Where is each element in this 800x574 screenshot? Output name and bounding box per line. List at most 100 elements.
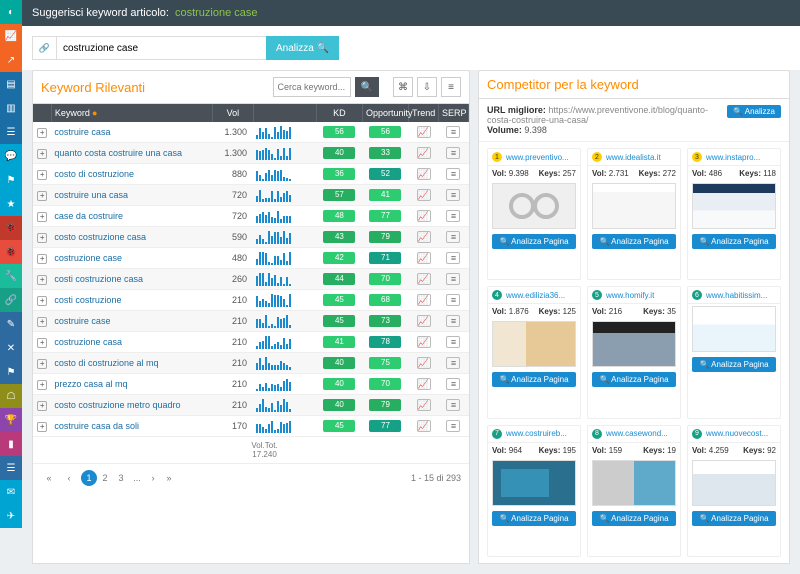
pager-page[interactable]: 2 (97, 470, 113, 486)
serp-icon[interactable]: ≡ (446, 357, 460, 369)
analyze-page-button[interactable]: 🔍 Analizza Pagina (592, 372, 676, 387)
expand-icon[interactable]: + (37, 212, 47, 222)
nav-item-8[interactable]: ★ (0, 192, 22, 216)
pager-page[interactable]: » (161, 470, 177, 486)
col-vol[interactable]: Vol (213, 104, 253, 122)
trend-icon[interactable]: 📈 (417, 231, 431, 243)
trend-icon[interactable]: 📈 (417, 357, 431, 369)
expand-icon[interactable]: + (37, 254, 47, 264)
keyword-cell[interactable]: costruire case (51, 311, 212, 332)
serp-cell[interactable]: ≡ (438, 206, 468, 227)
keyword-cell[interactable]: prezzo casa al mq (51, 374, 212, 395)
analyze-page-button[interactable]: 🔍 Analizza Pagina (692, 234, 776, 249)
serp-icon[interactable]: ≡ (446, 189, 460, 201)
serp-cell[interactable]: ≡ (438, 395, 468, 416)
card-domain[interactable]: 3www.instapro... (688, 149, 780, 166)
trend-icon[interactable]: 📈 (417, 210, 431, 222)
expand-icon[interactable]: + (37, 233, 47, 243)
keyword-cell[interactable]: case da costruire (51, 206, 212, 227)
serp-cell[interactable]: ≡ (438, 416, 468, 437)
keyword-filter-input[interactable] (273, 77, 351, 97)
serp-cell[interactable]: ≡ (438, 143, 468, 164)
trend-cell[interactable]: 📈 (409, 122, 439, 143)
analyze-page-button[interactable]: 🔍 Analizza Pagina (492, 234, 576, 249)
analyze-page-button[interactable]: 🔍 Analizza Pagina (692, 357, 776, 372)
keyword-cell[interactable]: costi costruzione (51, 290, 212, 311)
expand-icon[interactable]: + (37, 422, 47, 432)
trend-cell[interactable]: 📈 (409, 227, 439, 248)
keyword-cell[interactable]: costruire una casa (51, 185, 212, 206)
trend-cell[interactable]: 📈 (409, 374, 439, 395)
nav-item-2[interactable]: ↗ (0, 48, 22, 72)
serp-cell[interactable]: ≡ (438, 122, 468, 143)
trend-cell[interactable]: 📈 (409, 164, 439, 185)
serp-icon[interactable]: ≡ (446, 336, 460, 348)
serp-cell[interactable]: ≡ (438, 353, 468, 374)
card-domain[interactable]: 4www.edilizia36... (488, 287, 580, 304)
pager-prev[interactable]: ‹ (61, 470, 77, 486)
trend-cell[interactable]: 📈 (409, 395, 439, 416)
serp-cell[interactable]: ≡ (438, 185, 468, 206)
card-domain[interactable]: 9www.nuovecost... (688, 426, 780, 443)
trend-cell[interactable]: 📈 (409, 311, 439, 332)
nav-item-0[interactable]: ◐ (0, 0, 22, 24)
serp-icon[interactable]: ≡ (446, 252, 460, 264)
analyze-top-button[interactable]: 🔍 Analizza (727, 105, 781, 118)
trend-icon[interactable]: 📈 (417, 294, 431, 306)
serp-cell[interactable]: ≡ (438, 164, 468, 185)
nav-item-1[interactable]: 📈 (0, 24, 22, 48)
serp-icon[interactable]: ≡ (446, 210, 460, 222)
keyword-input[interactable] (56, 36, 266, 60)
pager-page[interactable]: 1 (81, 470, 97, 486)
trend-cell[interactable]: 📈 (409, 416, 439, 437)
pager-page[interactable]: 3 (113, 470, 129, 486)
trend-icon[interactable]: 📈 (417, 147, 431, 159)
serp-cell[interactable]: ≡ (438, 332, 468, 353)
serp-cell[interactable]: ≡ (438, 269, 468, 290)
nav-item-13[interactable]: ✎ (0, 312, 22, 336)
expand-icon[interactable]: + (37, 128, 47, 138)
serp-icon[interactable]: ≡ (446, 231, 460, 243)
card-thumbnail[interactable] (592, 460, 676, 506)
serp-cell[interactable]: ≡ (438, 290, 468, 311)
expand-icon[interactable]: + (37, 338, 47, 348)
card-thumbnail[interactable] (592, 183, 676, 229)
nav-item-3[interactable]: ▤ (0, 72, 22, 96)
trend-icon[interactable]: 📈 (417, 168, 431, 180)
card-domain[interactable]: 1www.preventivo... (488, 149, 580, 166)
keyword-cell[interactable]: costruire casa (51, 122, 212, 143)
analyze-page-button[interactable]: 🔍 Analizza Pagina (492, 511, 576, 526)
serp-icon[interactable]: ≡ (446, 420, 460, 432)
keyword-cell[interactable]: costo di costruzione al mq (51, 353, 212, 374)
trend-icon[interactable]: 📈 (417, 420, 431, 432)
serp-icon[interactable]: ≡ (446, 294, 460, 306)
expand-icon[interactable]: + (37, 149, 47, 159)
keyword-cell[interactable]: costruire casa da soli (51, 416, 212, 437)
keyword-cell[interactable]: costruzione case (51, 248, 212, 269)
trend-icon[interactable]: 📈 (417, 189, 431, 201)
card-domain[interactable]: 2www.idealista.it (588, 149, 680, 166)
col-keyword[interactable]: Keyword● (51, 104, 212, 122)
expand-icon[interactable]: + (37, 317, 47, 327)
expand-icon[interactable]: + (37, 191, 47, 201)
col-opportunity[interactable]: Opportunity (362, 104, 408, 122)
trend-icon[interactable]: 📈 (417, 378, 431, 390)
database-icon[interactable]: ≡ (441, 77, 461, 97)
card-domain[interactable]: 7www.costruireb... (488, 426, 580, 443)
card-thumbnail[interactable] (692, 460, 776, 506)
pager-first[interactable]: « (41, 470, 57, 486)
keyword-cell[interactable]: costo costruzione metro quadro (51, 395, 212, 416)
expand-icon[interactable]: + (37, 401, 47, 411)
trend-cell[interactable]: 📈 (409, 206, 439, 227)
pager-page[interactable]: › (145, 470, 161, 486)
trend-icon[interactable]: 📈 (417, 252, 431, 264)
serp-icon[interactable]: ≡ (446, 147, 460, 159)
trend-cell[interactable]: 📈 (409, 143, 439, 164)
expand-icon[interactable]: + (37, 170, 47, 180)
card-thumbnail[interactable] (492, 460, 576, 506)
trend-cell[interactable]: 📈 (409, 353, 439, 374)
serp-icon[interactable]: ≡ (446, 168, 460, 180)
trend-cell[interactable]: 📈 (409, 248, 439, 269)
card-thumbnail[interactable] (692, 306, 776, 352)
card-thumbnail[interactable] (592, 321, 676, 367)
